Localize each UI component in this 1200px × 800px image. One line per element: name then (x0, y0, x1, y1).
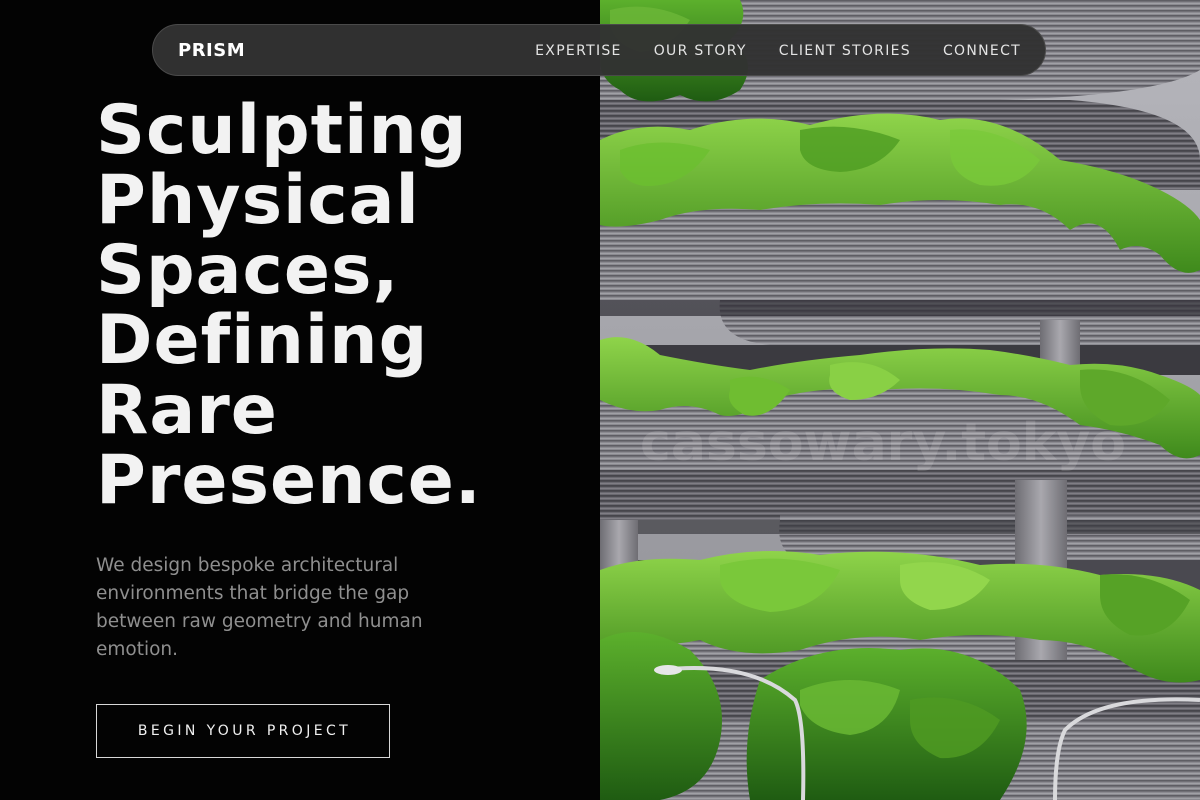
image-watermark: cassowary.tokyo (640, 413, 1126, 473)
top-navbar: PRISM EXPERTISE OUR STORY CLIENT STORIES… (152, 24, 1046, 76)
nav-link-our-story[interactable]: OUR STORY (654, 43, 747, 59)
headline-line: Rare (96, 371, 278, 450)
nav-link-client-stories[interactable]: CLIENT STORIES (779, 43, 911, 59)
headline-line: Physical (96, 161, 420, 240)
headline-line: Spaces, (96, 231, 400, 310)
nav-link-connect[interactable]: CONNECT (943, 43, 1021, 59)
hero-subtext: We design bespoke architectural environm… (96, 555, 423, 660)
headline-line: Presence. (96, 441, 482, 520)
landing-page: cassowary.tokyo PRISM EXPERTISE OUR STOR… (0, 0, 1200, 800)
hero-image: cassowary.tokyo (600, 0, 1200, 800)
headline-line: Defining (96, 301, 429, 380)
brand-logo[interactable]: PRISM (178, 25, 245, 77)
begin-project-button[interactable]: BEGIN YOUR PROJECT (96, 704, 390, 758)
nav-links: EXPERTISE OUR STORY CLIENT STORIES CONNE… (535, 25, 1021, 77)
hero-headline: Sculpting Physical Spaces, Defining Rare… (96, 96, 596, 516)
nav-link-expertise[interactable]: EXPERTISE (535, 43, 622, 59)
headline-line: Sculpting (96, 91, 468, 170)
